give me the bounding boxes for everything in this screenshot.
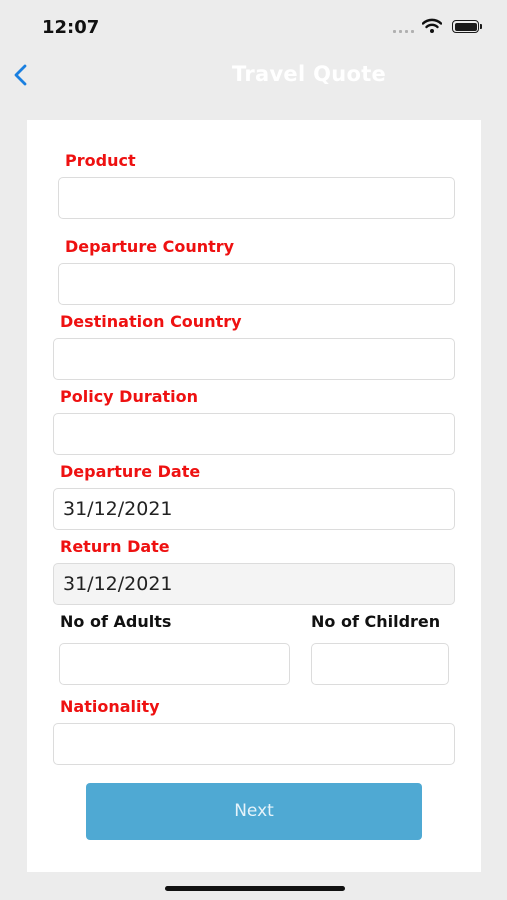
nationality-field[interactable] [53,723,455,765]
next-button[interactable]: Next [86,783,422,840]
chevron-left-icon[interactable] [8,60,34,90]
policy-duration-label: Policy Duration [60,387,199,406]
no-of-children-field[interactable] [311,643,449,685]
no-of-adults-field[interactable] [59,643,290,685]
page-title: Travel Quote [232,62,387,86]
departure-date-field[interactable] [53,488,455,530]
destination-country-label: Destination Country [60,312,242,331]
no-of-adults-label: No of Adults [60,612,172,631]
return-date-label: Return Date [60,537,170,556]
departure-country-field[interactable] [58,263,455,305]
nav-bar: Travel Quote [0,54,507,98]
destination-country-field[interactable] [53,338,455,380]
home-indicator [165,886,345,891]
nationality-label: Nationality [60,697,160,716]
no-of-children-label: No of Children [311,612,441,631]
departure-country-label: Departure Country [65,237,235,256]
departure-date-label: Departure Date [60,462,201,481]
battery-icon [452,20,482,33]
cellular-signal-icon [393,30,415,34]
return-date-field[interactable] [53,563,455,605]
wifi-icon [422,18,442,33]
status-bar: 12:07 [0,0,507,54]
policy-duration-field[interactable] [53,413,455,455]
product-label: Product [65,151,136,170]
product-field[interactable] [58,177,455,219]
status-time: 12:07 [42,17,100,38]
